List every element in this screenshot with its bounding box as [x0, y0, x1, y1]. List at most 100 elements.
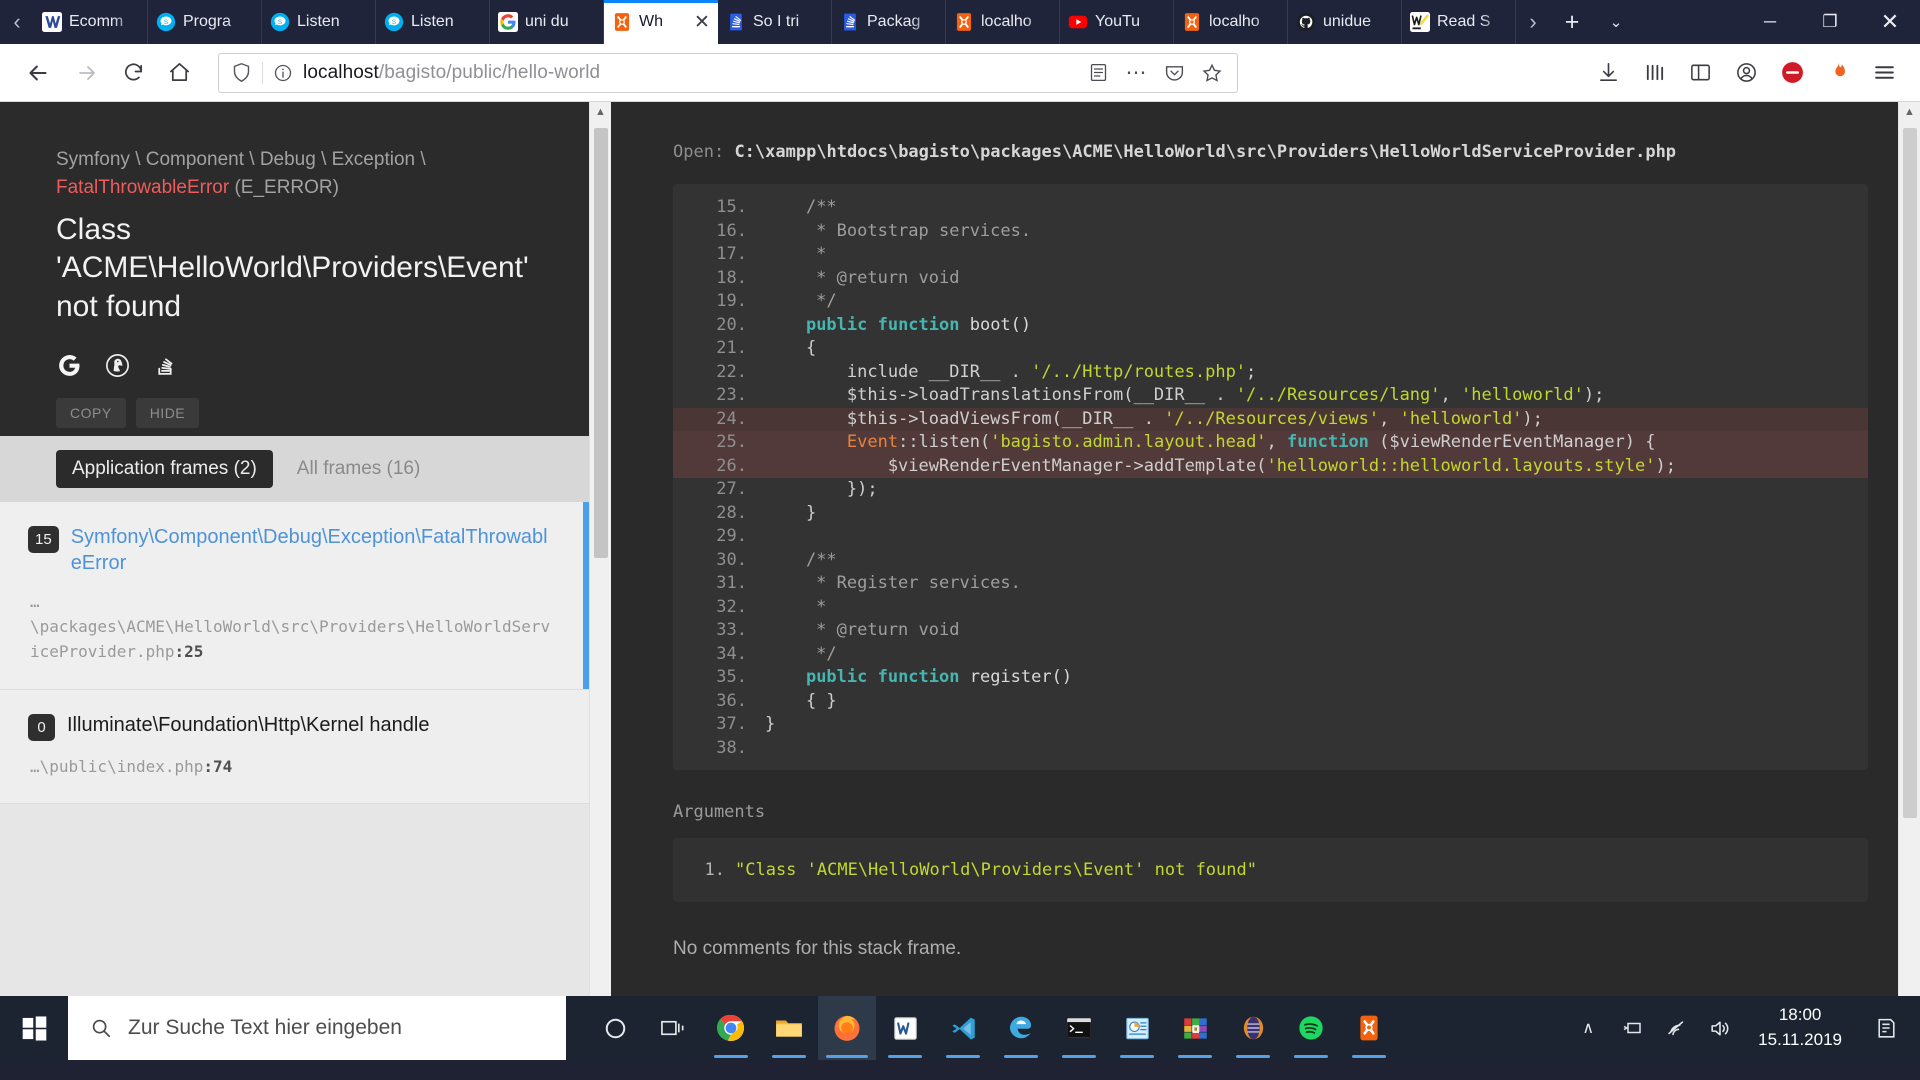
flame-icon[interactable] [1816, 51, 1860, 95]
taskbar-clock[interactable]: 18:00 15.11.2019 [1744, 1003, 1856, 1052]
code-line: 30. /** [673, 549, 1868, 573]
home-button[interactable] [158, 52, 200, 94]
code-line-number: 17. [716, 244, 747, 264]
spotify-icon[interactable] [1282, 996, 1340, 1060]
browser-tab-title: Listen [411, 13, 454, 30]
account-icon[interactable] [1724, 51, 1768, 95]
taskbar-app-icons [586, 996, 1398, 1060]
stack-frame-item[interactable]: 0 Illuminate\Foundation\Http\Kernel handl… [0, 689, 589, 805]
page-scrollbar-thumb[interactable] [1903, 128, 1917, 818]
code-line-number: 18. [716, 267, 747, 288]
battery-icon[interactable] [1612, 1016, 1652, 1040]
code-line: 35. public function register() [673, 666, 1868, 690]
browser-tab-6[interactable]: So I tri [718, 0, 832, 44]
stack-frame-file: …\public\index.php:74 [28, 755, 555, 780]
chevron-up-icon[interactable]: ∧ [1568, 1018, 1608, 1038]
star-icon[interactable] [1195, 56, 1229, 90]
browser-tab-3[interactable]: S Listen [376, 0, 490, 44]
forward-button[interactable] [66, 52, 108, 94]
window-close-button[interactable]: ✕ [1860, 0, 1920, 44]
shield-icon[interactable] [219, 62, 262, 83]
new-tab-button[interactable]: + [1550, 0, 1594, 44]
back-button[interactable] [14, 49, 62, 97]
pocket-icon[interactable] [1157, 56, 1191, 90]
browser-tab-5[interactable]: Wh ✕ [604, 0, 718, 44]
scroll-up-arrow[interactable]: ▲ [595, 102, 606, 122]
action-center-icon[interactable] [1860, 1016, 1912, 1041]
word-icon[interactable] [876, 996, 934, 1060]
browser-tab-1[interactable]: S Progra [148, 0, 262, 44]
task-view-icon[interactable] [644, 996, 702, 1060]
left-pane-scrollbar[interactable]: ▲ ▼ [589, 102, 611, 1060]
hamburger-menu-icon[interactable] [1862, 51, 1906, 95]
volume-icon[interactable] [1700, 1016, 1740, 1041]
browser-tab-4[interactable]: uni du [490, 0, 604, 44]
browser-tab-11[interactable]: unidue [1288, 0, 1402, 44]
page-actions-icon[interactable]: ⋯ [1119, 56, 1153, 90]
frames-tab-1[interactable]: All frames (16) [281, 450, 437, 488]
wifi-icon[interactable] [1656, 1016, 1696, 1040]
code-line-number: 33. [716, 620, 747, 640]
code-line: 18. * @return void [673, 267, 1868, 291]
duckduckgo-icon[interactable] [104, 352, 130, 378]
edge-icon[interactable] [992, 996, 1050, 1060]
copy-button[interactable]: COPY [56, 398, 126, 429]
google-icon[interactable] [56, 352, 82, 378]
clock-date: 15.11.2019 [1758, 1030, 1842, 1049]
hide-button[interactable]: HIDE [135, 398, 200, 429]
scrollbar-thumb[interactable] [594, 128, 608, 558]
windows-start-icon[interactable] [0, 996, 68, 1060]
address-bar[interactable]: localhost/bagisto/public/hello-world ⋯ [218, 52, 1238, 93]
code-line: 34. */ [673, 643, 1868, 667]
cortana-icon[interactable] [586, 996, 644, 1060]
stackoverflow-icon[interactable] [152, 352, 178, 378]
reload-button[interactable] [112, 52, 154, 94]
reader-view-icon[interactable] [1081, 56, 1115, 90]
browser-tab-2[interactable]: S Listen [262, 0, 376, 44]
stack-frame-line-number: :25 [174, 641, 204, 661]
browser-tab-9[interactable]: YouTu [1060, 0, 1174, 44]
winrar-icon[interactable] [1166, 996, 1224, 1060]
system-tray: ∧ 18:00 15.11.2019 [1568, 1003, 1920, 1052]
code-line: 31. * Register services. [673, 572, 1868, 596]
library-icon[interactable] [1632, 51, 1676, 95]
window-maximize-button[interactable]: ❐ [1800, 0, 1860, 44]
sidebar-icon[interactable] [1678, 51, 1722, 95]
frames-tab-0[interactable]: Application frames (2) [56, 450, 273, 489]
file-explorer-icon[interactable] [760, 996, 818, 1060]
search-placeholder-text: Zur Suche Text hier eingeben [128, 1016, 402, 1039]
window-minimize-button[interactable]: ─ [1740, 0, 1800, 44]
browser-tab-7[interactable]: Packag [832, 0, 946, 44]
search-input[interactable]: Zur Suche Text hier eingeben [68, 996, 566, 1060]
download-icon[interactable] [1586, 51, 1630, 95]
close-tab-icon[interactable]: ✕ [694, 11, 710, 34]
tab-scroll-right-button[interactable]: › [1516, 0, 1550, 44]
code-line-text: { } [765, 690, 837, 711]
xampp-icon[interactable] [1340, 996, 1398, 1060]
url-path: /bagisto/public/hello-world [378, 61, 601, 83]
info-icon[interactable] [263, 63, 303, 83]
google-icon [498, 12, 518, 32]
stack-frame-item[interactable]: 15 Symfony\Component\Debug\Exception\Fata… [0, 502, 589, 690]
tab-scroll-left-button[interactable]: ‹ [0, 0, 34, 44]
firefox-icon[interactable] [818, 996, 876, 1060]
browser-tab-12[interactable]: Read S [1402, 0, 1516, 44]
command-prompt-icon[interactable] [1050, 996, 1108, 1060]
browser-tab-0[interactable]: Ecomm [34, 0, 148, 44]
browser-tab-8[interactable]: localho [946, 0, 1060, 44]
page-scroll-up-arrow[interactable]: ▲ [1904, 102, 1915, 122]
exception-summary-pane: Symfony \ Component \ Debug \ Exception … [0, 102, 589, 1032]
opera-icon[interactable] [1224, 996, 1282, 1060]
vscode-icon[interactable] [934, 996, 992, 1060]
url-text[interactable]: localhost/bagisto/public/hello-world [303, 62, 1081, 84]
adblock-icon[interactable] [1770, 51, 1814, 95]
list-all-tabs-button[interactable]: ⌄ [1594, 0, 1638, 44]
page-scrollbar[interactable]: ▲ ▼ [1898, 102, 1920, 1032]
powerpoint-icon[interactable] [1108, 996, 1166, 1060]
browser-tab-10[interactable]: localho [1174, 0, 1288, 44]
stackoverflow-icon [726, 12, 746, 32]
chrome-icon[interactable] [702, 996, 760, 1060]
code-line-text: */ [765, 643, 837, 664]
stack-frame-name[interactable]: Illuminate\Foundation\Http\Kernel handle [67, 712, 429, 738]
stack-frame-name[interactable]: Symfony\Component\Debug\Exception\FatalT… [71, 524, 555, 576]
